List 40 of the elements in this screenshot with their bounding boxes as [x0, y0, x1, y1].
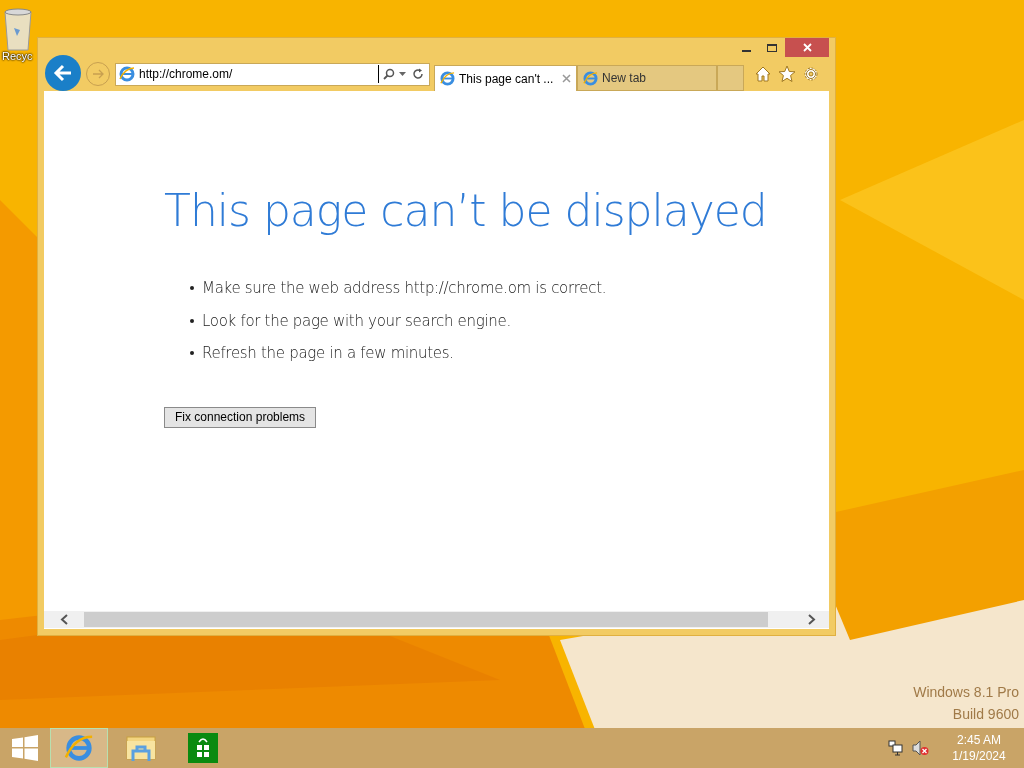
address-bar[interactable]: http://chrome.om/ [115, 62, 430, 86]
error-heading: This page can’t be displayed [164, 184, 767, 238]
refresh-icon[interactable] [412, 68, 424, 80]
close-button[interactable] [785, 38, 829, 57]
dropdown-icon[interactable] [399, 71, 406, 77]
back-arrow-icon [53, 64, 73, 82]
settings-icon[interactable] [802, 65, 820, 83]
folder-icon [125, 733, 157, 763]
fix-connection-button[interactable]: Fix connection problems [164, 406, 317, 428]
tab-title[interactable]: New tab [602, 69, 711, 87]
scroll-left-icon[interactable] [60, 614, 68, 625]
close-tab-icon[interactable] [562, 74, 571, 83]
horizontal-scrollbar[interactable] [44, 611, 829, 628]
forward-arrow-icon [92, 69, 104, 79]
star-icon[interactable] [778, 65, 796, 83]
ie-logo-icon [64, 733, 94, 763]
ie-logo-icon [119, 66, 135, 82]
suggestion-text: Look for the page with your search engine. [202, 310, 511, 332]
windows-logo-icon [12, 735, 38, 761]
recycle-bin-icon[interactable] [2, 6, 34, 52]
back-button[interactable] [45, 55, 81, 91]
browser-tab[interactable]: New tab [577, 65, 717, 91]
scroll-right-icon[interactable] [808, 614, 816, 625]
muted-speaker-icon[interactable] [912, 740, 930, 756]
watermark-text: Build 9600 [952, 706, 1019, 722]
store-icon [188, 733, 218, 763]
ie-logo-icon [440, 71, 455, 86]
close-icon [802, 43, 812, 52]
ie-logo-icon [583, 70, 598, 86]
network-icon[interactable] [888, 740, 904, 756]
taskbar-app-button[interactable] [50, 728, 108, 768]
scrollbar-thumb[interactable] [84, 612, 768, 627]
watermark-text: Windows 8.1 Pro [913, 684, 1019, 700]
address-text[interactable]: http://chrome.om/ [139, 65, 379, 83]
tab-title[interactable]: This page can't ... [459, 69, 558, 88]
browser-tab[interactable]: This page can't ... [434, 65, 577, 91]
suggestion-text: Make sure the web address http://chrome.om is correct. [202, 278, 607, 299]
home-icon[interactable] [754, 65, 772, 83]
suggestion-text: Refresh the page in a few minutes. [202, 343, 454, 364]
search-icon[interactable] [383, 68, 395, 80]
